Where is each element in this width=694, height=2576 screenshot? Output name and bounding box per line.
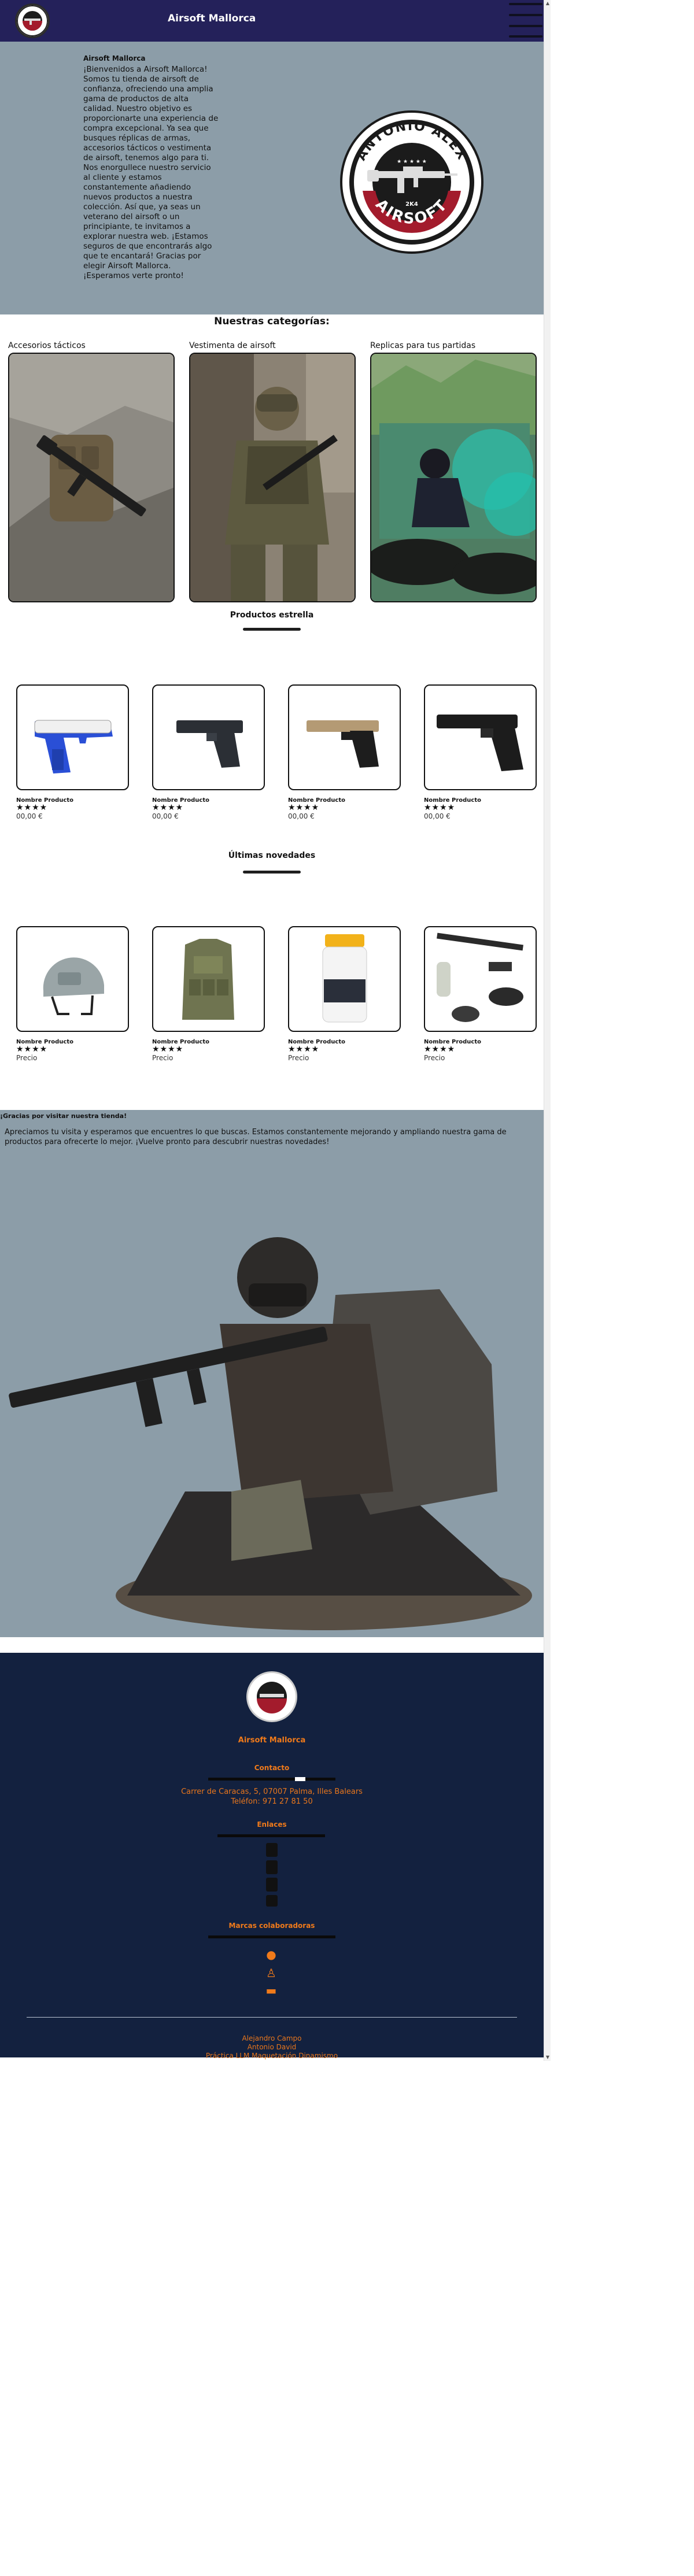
- partners-divider: [208, 1935, 335, 1938]
- replicas-image[interactable]: [370, 353, 537, 602]
- scroll-up-icon[interactable]: ▲: [545, 0, 551, 7]
- product-card[interactable]: Nombre Producto ★★★★ 00,00 €: [288, 684, 401, 820]
- links-divider: [217, 1834, 325, 1837]
- links-title: Enlaces: [257, 1820, 287, 1829]
- box-icon[interactable]: ▬: [264, 1983, 278, 1997]
- category-card-replicas[interactable]: Replicas para tus partidas: [370, 341, 538, 602]
- hero-title: Airsoft Mallorca: [83, 54, 146, 62]
- footer-address: Carrer de Caracas, 5, 07007 Palma, Illes…: [181, 1787, 363, 1796]
- footer-phone: Teléfon: 971 27 81 50: [231, 1797, 313, 1806]
- product-price: 00,00 €: [16, 812, 43, 820]
- soldier-image: [0, 1191, 544, 1636]
- latest-underline: [243, 871, 301, 874]
- product-card[interactable]: Nombre Producto ★★★★ Precio: [288, 926, 401, 1062]
- hamburger-menu-icon[interactable]: [509, 3, 542, 38]
- site-title[interactable]: Airsoft Mallorca: [168, 13, 256, 24]
- featured-underline: [243, 628, 301, 631]
- footer-divider: [27, 2017, 517, 2018]
- scroll-down-icon[interactable]: ▼: [545, 2054, 551, 2061]
- rating-stars: ★★★★: [288, 1045, 320, 1054]
- site-footer: Airsoft Mallorca Contacto Carrer de Cara…: [0, 1653, 544, 2060]
- tan-pistol-icon[interactable]: [288, 684, 401, 790]
- brand-emblem-icon: ANTONIO ALEX AIRSOFT ★ ★ ★ ★ ★ 2K4: [339, 110, 484, 254]
- rating-stars: ★★★★: [16, 803, 48, 812]
- category-label[interactable]: Vestimenta de airsoft: [189, 341, 357, 353]
- site-header: Airsoft Mallorca: [0, 0, 544, 42]
- product-card[interactable]: Nombre Producto ★★★★ Precio: [16, 926, 129, 1062]
- featured-title: Productos estrella: [230, 610, 314, 620]
- instagram-icon[interactable]: [266, 1843, 278, 1857]
- footer-logo-icon[interactable]: [246, 1671, 297, 1722]
- emblem-stars: ★ ★ ★ ★ ★: [397, 159, 427, 165]
- credit-line: Antonio David: [247, 2043, 297, 2051]
- latest-title: Últimas novedades: [228, 851, 316, 860]
- product-card[interactable]: Nombre Producto ★★★★ 00,00 €: [16, 684, 129, 820]
- category-label[interactable]: Replicas para tus partidas: [370, 341, 538, 353]
- black-pistol-icon[interactable]: [152, 684, 265, 790]
- credit-line: Práctica LLM Maquetación Dinamismo: [205, 2052, 338, 2060]
- rating-stars: ★★★★: [288, 803, 320, 812]
- scroll-thumb[interactable]: [545, 8, 549, 2049]
- twitter-icon[interactable]: [266, 1878, 278, 1892]
- social-links: [264, 1843, 280, 1907]
- contact-divider-highlight: [295, 1777, 305, 1781]
- tactical-accessories-image[interactable]: [8, 353, 175, 602]
- product-price: 00,00 €: [152, 812, 179, 820]
- product-card[interactable]: Nombre Producto ★★★★ Precio: [152, 926, 265, 1062]
- apple-icon[interactable]: ●: [264, 1948, 278, 1961]
- rating-stars: ★★★★: [152, 1045, 184, 1054]
- page-scrollbar[interactable]: ▲ ▼: [544, 0, 551, 2061]
- emblem-year: 2K4: [405, 201, 418, 208]
- person-icon[interactable]: ♙: [264, 1966, 278, 1980]
- footer-brand: Airsoft Mallorca: [238, 1736, 306, 1745]
- youtube-icon[interactable]: [266, 1895, 278, 1907]
- bb-jar-icon[interactable]: [288, 926, 401, 1032]
- hero-section: Airsoft Mallorca ¡Bienvenidos a Airsoft …: [0, 42, 544, 314]
- product-price: Precio: [16, 1054, 38, 1062]
- hero-text: ¡Bienvenidos a Airsoft Mallorca! Somos t…: [83, 65, 219, 280]
- product-card[interactable]: Nombre Producto ★★★★ 00,00 €: [152, 684, 265, 820]
- tactical-vest-icon[interactable]: [152, 926, 265, 1032]
- product-card[interactable]: Nombre Producto ★★★★ Precio: [424, 926, 537, 1062]
- categories-title: Nuestras categorías:: [214, 316, 330, 327]
- category-card-accessories[interactable]: Accesorios tácticos: [8, 341, 176, 602]
- product-price: Precio: [152, 1054, 174, 1062]
- category-card-clothing[interactable]: Vestimenta de airsoft: [189, 341, 357, 602]
- credit-line: Alejandro Campo: [242, 2034, 302, 2042]
- airsoft-clothing-image[interactable]: [189, 353, 356, 602]
- blue-pistol-icon[interactable]: [16, 684, 129, 790]
- product-price: Precio: [424, 1054, 445, 1062]
- gear-kit-icon[interactable]: [424, 926, 537, 1032]
- rating-stars: ★★★★: [16, 1045, 48, 1054]
- airsoft-logo-icon[interactable]: [15, 3, 50, 38]
- partners-title: Marcas colaboradoras: [228, 1922, 315, 1930]
- thanks-text: Apreciamos tu visita y esperamos que enc…: [5, 1128, 507, 1146]
- contact-divider: [208, 1778, 335, 1781]
- product-price: 00,00 €: [288, 812, 315, 820]
- facebook-icon[interactable]: [266, 1860, 278, 1874]
- footer-credits: Alejandro Campo Antonio David Práctica L…: [0, 2034, 544, 2060]
- contact-title: Contacto: [254, 1764, 290, 1772]
- thanks-section: ¡Gracias por visitar nuestra tienda! Apr…: [0, 1110, 544, 1637]
- thanks-title: ¡Gracias por visitar nuestra tienda!: [0, 1112, 127, 1120]
- rating-stars: ★★★★: [152, 803, 184, 812]
- beretta-pistol-icon[interactable]: [424, 684, 537, 790]
- helmet-icon[interactable]: [16, 926, 129, 1032]
- product-card[interactable]: Nombre Producto ★★★★ 00,00 €: [424, 684, 537, 820]
- category-label[interactable]: Accesorios tácticos: [8, 341, 176, 353]
- rating-stars: ★★★★: [424, 803, 456, 812]
- rating-stars: ★★★★: [424, 1045, 456, 1054]
- product-price: 00,00 €: [424, 812, 451, 820]
- product-price: Precio: [288, 1054, 309, 1062]
